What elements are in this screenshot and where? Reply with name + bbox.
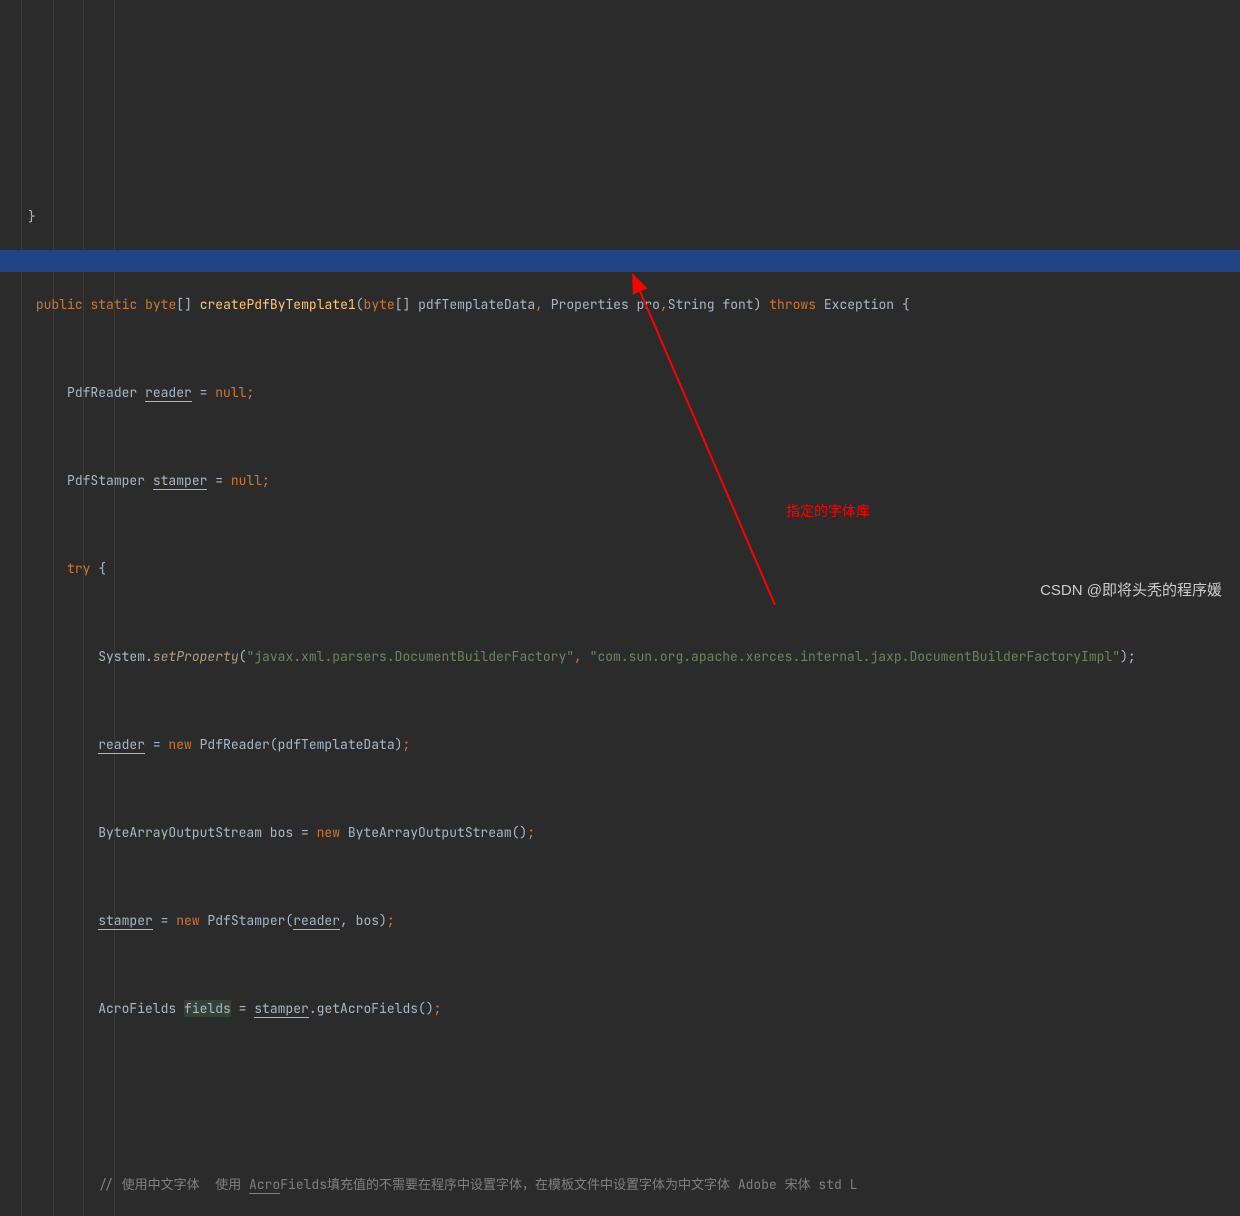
code-line: ByteArrayOutputStream bos = new ByteArra… xyxy=(28,822,1240,844)
current-line-highlight xyxy=(0,250,1240,272)
code-line: PdfReader reader = null; xyxy=(28,382,1240,404)
code-line: try { xyxy=(28,558,1240,580)
watermark: CSDN @即将头秃的程序媛 xyxy=(1040,580,1222,602)
code-line: } xyxy=(28,206,1240,228)
code-line: public static byte[] createPdfByTemplate… xyxy=(28,294,1240,316)
code-line: // 使用中文字体 使用 AcroFields填充值的不需要在程序中设置字体，在… xyxy=(28,1174,1240,1196)
code-line: stamper = new PdfStamper(reader, bos); xyxy=(28,910,1240,932)
code-editor[interactable]: } public static byte[] createPdfByTempla… xyxy=(0,0,1240,1216)
annotation-label: 指定的字体库 xyxy=(786,500,870,522)
code-line: PdfStamper stamper = null; xyxy=(28,470,1240,492)
code-line: AcroFields fields = stamper.getAcroField… xyxy=(28,998,1240,1020)
code-line xyxy=(28,1086,1240,1108)
code-line: System.setProperty("javax.xml.parsers.Do… xyxy=(28,646,1240,668)
code-line: reader = new PdfReader(pdfTemplateData); xyxy=(28,734,1240,756)
